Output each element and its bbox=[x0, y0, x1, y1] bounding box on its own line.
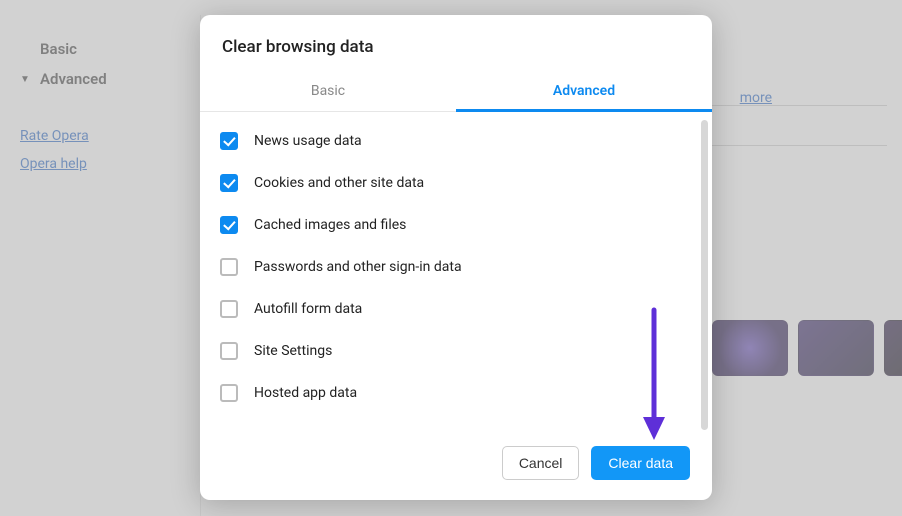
option-hosted-app: Hosted app data bbox=[216, 372, 696, 414]
option-label: Cookies and other site data bbox=[254, 175, 424, 191]
checkbox-autofill[interactable] bbox=[220, 300, 238, 318]
dialog-footer: Cancel Clear data bbox=[200, 432, 712, 500]
option-site-settings: Site Settings bbox=[216, 330, 696, 372]
clear-browsing-data-dialog: Clear browsing data Basic Advanced News … bbox=[200, 15, 712, 500]
dialog-tabs: Basic Advanced bbox=[200, 73, 712, 112]
checkbox-cookies[interactable] bbox=[220, 174, 238, 192]
option-label: Cached images and files bbox=[254, 217, 406, 233]
option-passwords: Passwords and other sign-in data bbox=[216, 246, 696, 288]
option-label: Hosted app data bbox=[254, 385, 357, 401]
option-label: News usage data bbox=[254, 133, 362, 149]
tab-advanced[interactable]: Advanced bbox=[456, 73, 712, 111]
checkbox-cached[interactable] bbox=[220, 216, 238, 234]
dialog-title: Clear browsing data bbox=[200, 15, 712, 73]
option-cached: Cached images and files bbox=[216, 204, 696, 246]
checkbox-site-settings[interactable] bbox=[220, 342, 238, 360]
checkbox-news-usage[interactable] bbox=[220, 132, 238, 150]
option-autofill: Autofill form data bbox=[216, 288, 696, 330]
option-label: Site Settings bbox=[254, 343, 332, 359]
option-news-usage: News usage data bbox=[216, 120, 696, 162]
cancel-button[interactable]: Cancel bbox=[502, 446, 580, 480]
checkbox-passwords[interactable] bbox=[220, 258, 238, 276]
option-label: Autofill form data bbox=[254, 301, 362, 317]
tab-basic[interactable]: Basic bbox=[200, 73, 456, 111]
option-label: Passwords and other sign-in data bbox=[254, 259, 462, 275]
option-cookies: Cookies and other site data bbox=[216, 162, 696, 204]
clear-data-button[interactable]: Clear data bbox=[591, 446, 690, 480]
dialog-body: News usage data Cookies and other site d… bbox=[200, 112, 712, 432]
scrollbar-thumb[interactable] bbox=[701, 120, 708, 430]
checkbox-hosted-app[interactable] bbox=[220, 384, 238, 402]
